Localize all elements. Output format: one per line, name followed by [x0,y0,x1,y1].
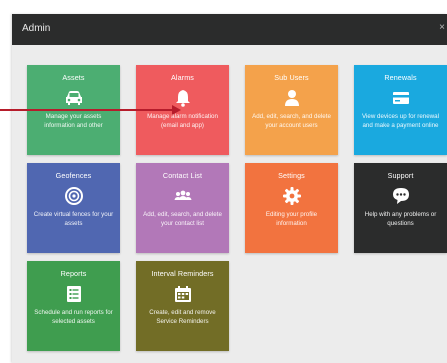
tile-description: Create, edit and remove Service Reminder… [149,309,216,325]
pointer-arrow-line [0,109,176,111]
calendar-icon [174,286,191,302]
page-title: Admin [22,23,51,34]
tile-renewals[interactable]: Renewals View devices up for renewal and… [354,65,447,155]
card-icon [392,92,409,104]
tile-title: Alarms [171,73,194,82]
tile-title: Renewals [384,73,417,82]
tile-description: Manage your assets information and other [44,113,103,129]
list-icon [66,286,81,302]
contacts-icon [174,190,191,200]
pointer-arrow-head [172,105,181,115]
tile-title: Geofences [55,171,92,180]
tile-description: Manage alarm notification (email and app… [147,113,218,129]
tile-description: Create virtual fences for your assets [33,211,114,227]
tile-title: Interval Reminders [151,269,214,278]
tile-description: Help with any problems or questions [364,211,437,227]
tile-description: Editing your profile information [265,211,318,227]
gear-icon [282,187,301,205]
admin-panel: Admin × Assets Manage your assets inform… [12,14,447,363]
tile-description: Add, edit, search, and delete your accou… [252,113,331,129]
chat-icon [392,188,409,204]
tile-title: Support [387,171,414,180]
tile-description: View devices up for renewal and make a p… [362,113,439,129]
tile-title: Sub Users [274,73,309,82]
close-icon[interactable]: × [439,22,445,33]
tile-settings[interactable]: Settings Editing your profile informatio… [245,163,338,253]
target-icon [64,187,83,205]
tile-description: Add, edit, search, and delete your conta… [143,211,222,227]
tile-geofences[interactable]: Geofences Create virtual fences for your… [27,163,120,253]
tile-contact-list[interactable]: Contact List Add, edit, search, and dele… [136,163,229,253]
tile-title: Reports [60,269,87,278]
tile-title: Assets [62,73,85,82]
tile-reports[interactable]: Reports Schedule and run reports for sel… [27,261,120,351]
car-icon [65,91,82,105]
tile-sub-users[interactable]: Sub Users Add, edit, search, and delete … [245,65,338,155]
tile-interval-reminders[interactable]: Interval Reminders Create, edit and remo… [136,261,229,351]
user-icon [284,90,299,106]
tile-title: Contact List [162,171,203,180]
tile-support[interactable]: Support Help with any problems or questi… [354,163,447,253]
tile-description: Schedule and run reports for selected as… [34,309,113,325]
tile-title: Settings [278,171,305,180]
admin-title-bar: Admin × [12,14,447,45]
